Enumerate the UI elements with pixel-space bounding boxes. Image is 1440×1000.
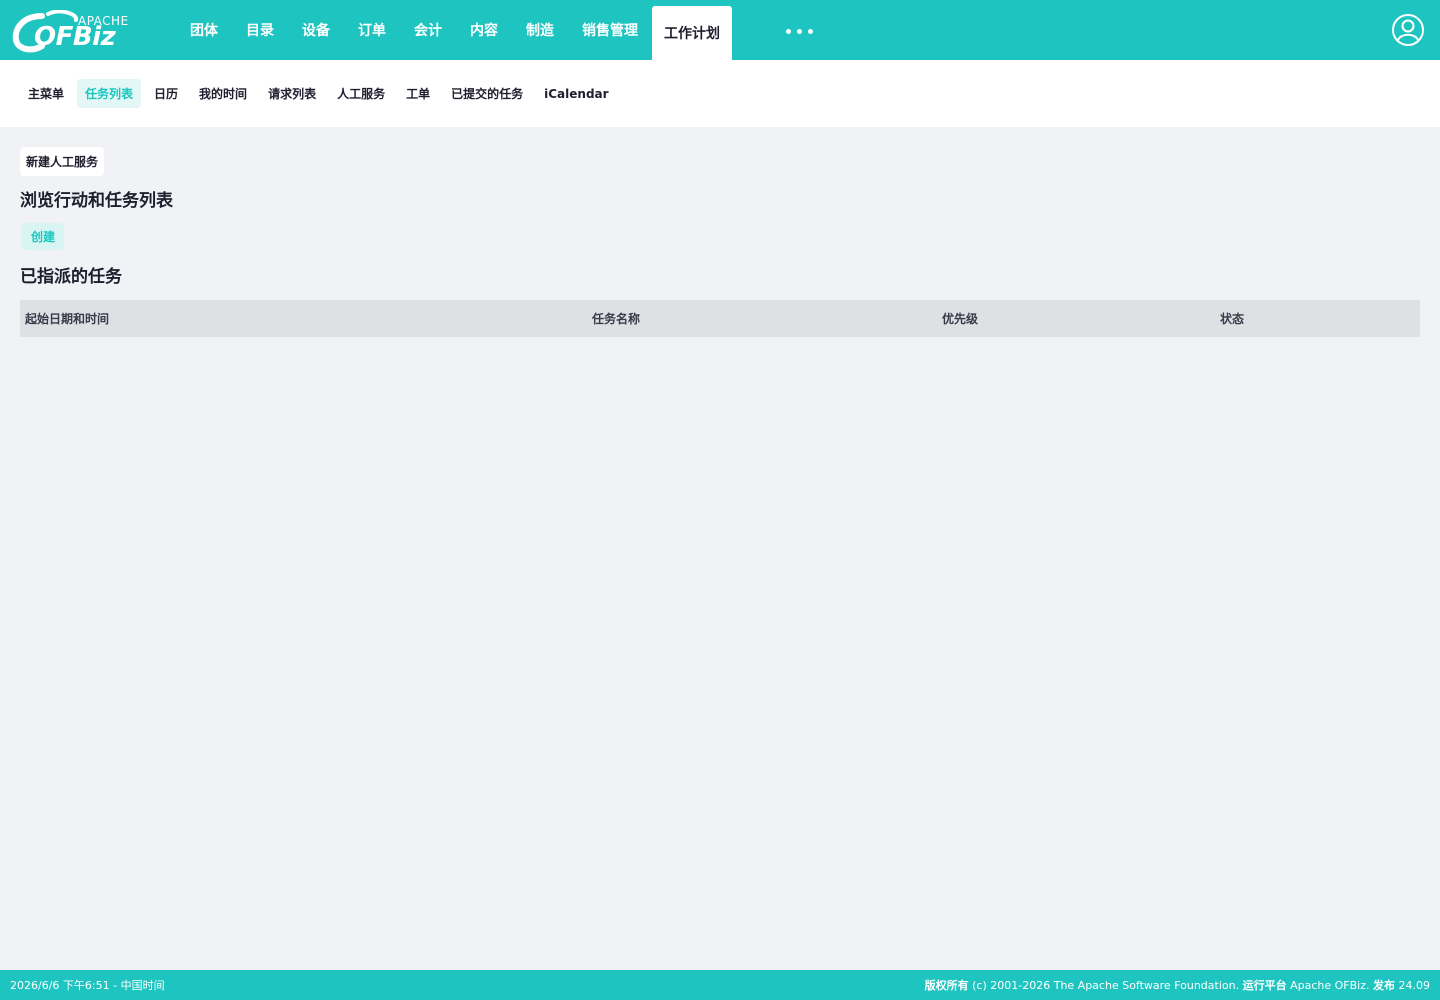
sub-nav-submitted-tasks[interactable]: 已提交的任务 bbox=[443, 79, 531, 108]
table-header-row: 起始日期和时间 任务名称 优先级 状态 bbox=[20, 300, 1420, 337]
sub-nav-main[interactable]: 主菜单 bbox=[20, 79, 72, 108]
main-nav-manufacturing[interactable]: 制造 bbox=[512, 0, 568, 60]
footer-release-label: 发布 bbox=[1373, 979, 1395, 992]
footer-copyright-label: 版权所有 bbox=[924, 979, 969, 992]
footer-powered-label: 运行平台 bbox=[1242, 979, 1287, 992]
footer-powered-text[interactable]: Apache OFBiz. bbox=[1290, 979, 1369, 992]
column-header-priority[interactable]: 优先级 bbox=[937, 300, 1215, 337]
more-dots-icon[interactable] bbox=[786, 24, 813, 38]
sub-nav: 主菜单 任务列表 日历 我的时间 请求列表 人工服务 工单 已提交的任务 iCa… bbox=[0, 60, 1440, 127]
main-nav: 团体 目录 设备 订单 会计 内容 制造 销售管理 工作计划 bbox=[176, 0, 732, 60]
sub-nav-my-time[interactable]: 我的时间 bbox=[191, 79, 255, 108]
footer-datetime: 2026/6/6 下午6:51 - 中国时间 bbox=[10, 979, 165, 992]
main-content: 新建人工服务 浏览行动和任务列表 创建 已指派的任务 起始日期和时间 任务名称 … bbox=[20, 147, 1420, 337]
column-header-start-datetime[interactable]: 起始日期和时间 bbox=[20, 300, 587, 337]
ofbiz-logo[interactable]: APACHE OFBiz bbox=[12, 6, 138, 54]
footer-copyright: 版权所有 (c) 2001-2026 The Apache Software F… bbox=[925, 977, 1430, 993]
top-navbar: APACHE OFBiz 团体 目录 设备 订单 会计 内容 制造 销售管理 工… bbox=[0, 0, 1440, 60]
logo-ofbiz-text: OFBiz bbox=[34, 22, 116, 52]
main-nav-content[interactable]: 内容 bbox=[456, 0, 512, 60]
sub-nav-request-list[interactable]: 请求列表 bbox=[260, 79, 324, 108]
footer-copyright-text: (c) 2001-2026 The Apache Software Founda… bbox=[972, 979, 1240, 992]
sub-nav-work-order[interactable]: 工单 bbox=[398, 79, 438, 108]
column-header-task-name[interactable]: 任务名称 bbox=[587, 300, 937, 337]
main-nav-order[interactable]: 订单 bbox=[344, 0, 400, 60]
sub-nav-task-list[interactable]: 任务列表 bbox=[77, 79, 142, 108]
main-nav-catalog[interactable]: 目录 bbox=[232, 0, 288, 60]
user-circle-icon[interactable] bbox=[1391, 13, 1425, 47]
footer: 2026/6/6 下午6:51 - 中国时间 版权所有 (c) 2001-202… bbox=[0, 970, 1440, 1000]
browse-title: 浏览行动和任务列表 bbox=[20, 191, 173, 211]
footer-release-version: 24.09 bbox=[1398, 979, 1431, 992]
main-nav-party[interactable]: 团体 bbox=[176, 0, 232, 60]
sub-nav-calendar[interactable]: 日历 bbox=[146, 79, 186, 108]
new-human-service-button[interactable]: 新建人工服务 bbox=[20, 147, 105, 176]
create-button[interactable]: 创建 bbox=[22, 223, 65, 250]
main-nav-facility[interactable]: 设备 bbox=[288, 0, 344, 60]
main-nav-accounting[interactable]: 会计 bbox=[400, 0, 456, 60]
column-header-status[interactable]: 状态 bbox=[1215, 300, 1420, 337]
main-nav-sfa[interactable]: 销售管理 bbox=[568, 0, 652, 60]
assigned-tasks-title: 已指派的任务 bbox=[20, 267, 122, 287]
sub-nav-human-service[interactable]: 人工服务 bbox=[329, 79, 393, 108]
sub-nav-icalendar[interactable]: iCalendar bbox=[536, 81, 616, 107]
main-nav-workeffort[interactable]: 工作计划 bbox=[652, 6, 732, 60]
assigned-tasks-table: 起始日期和时间 任务名称 优先级 状态 bbox=[20, 300, 1420, 337]
